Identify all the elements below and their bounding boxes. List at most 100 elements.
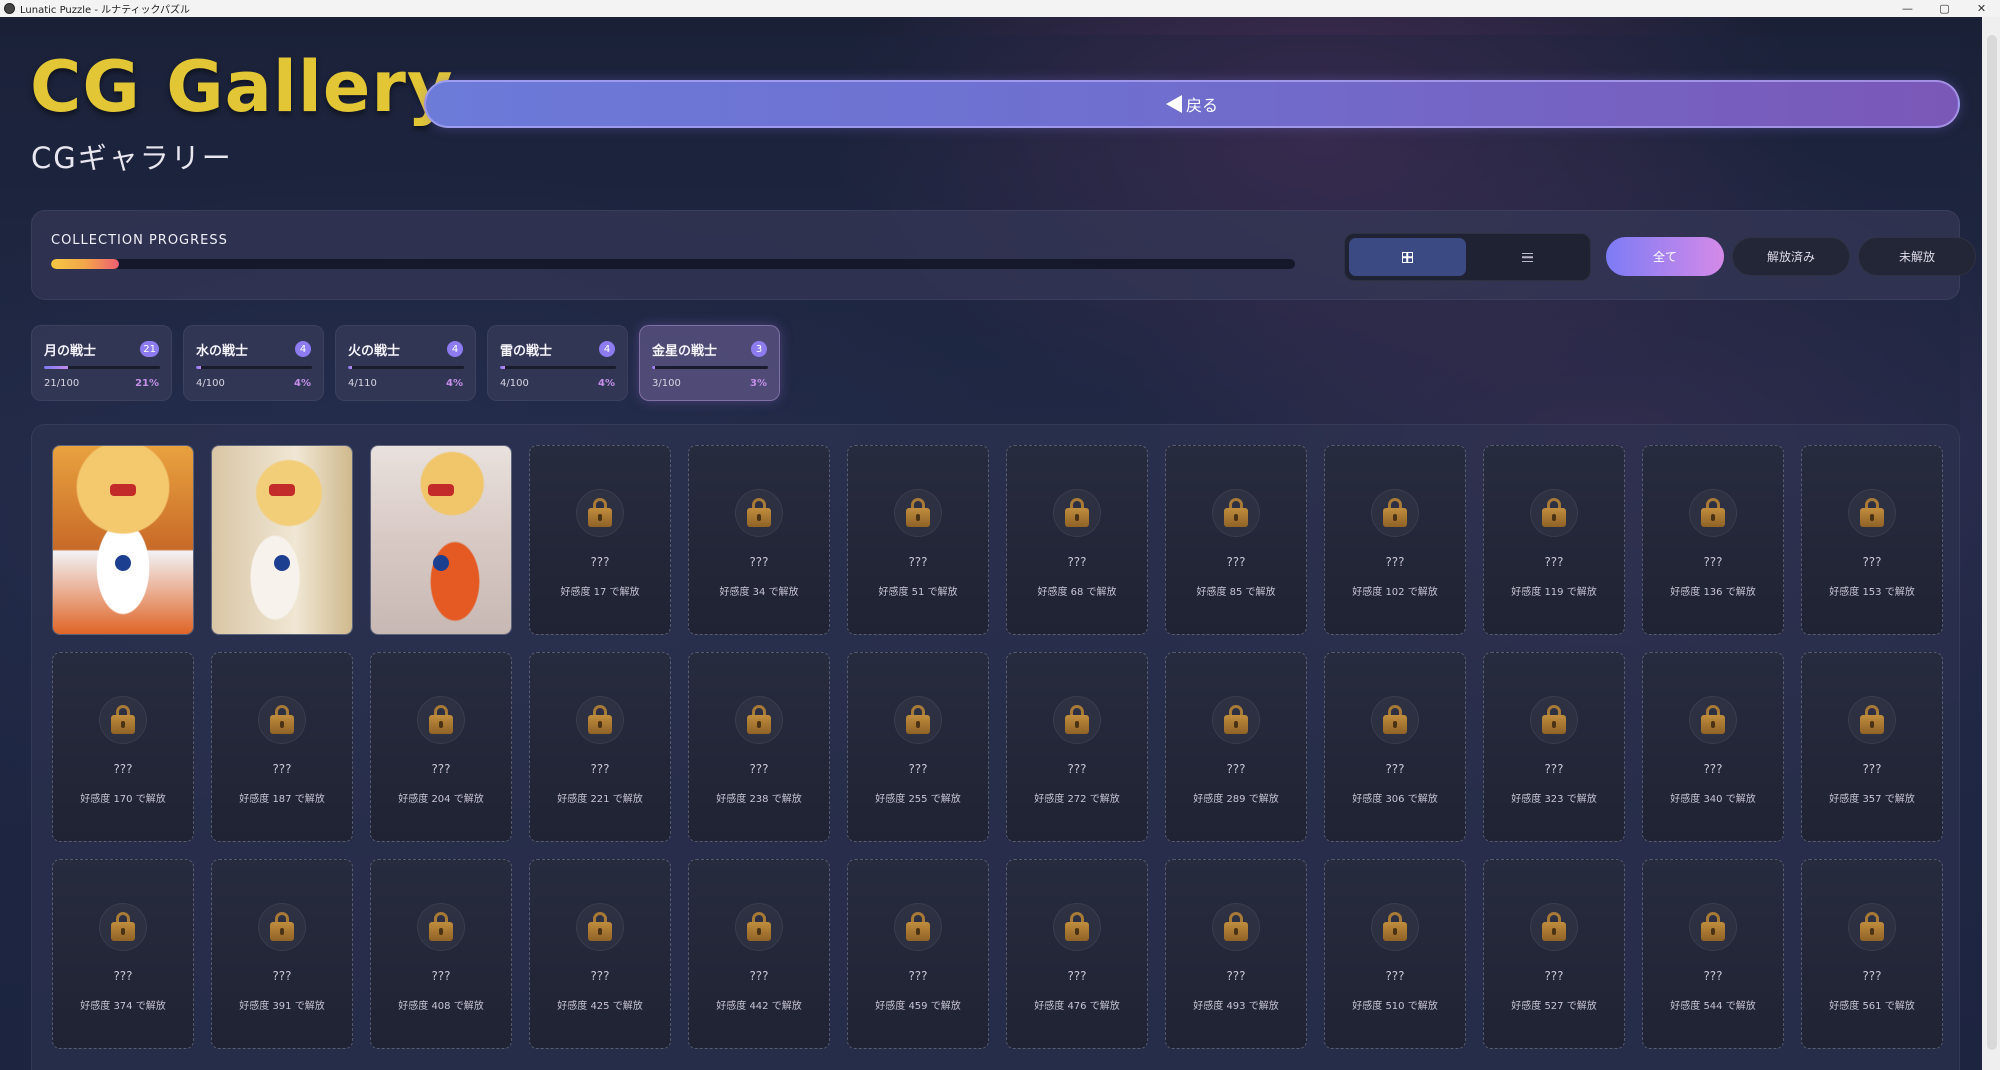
unlock-condition: 好感度 306 で解放 (1352, 794, 1438, 805)
character-name: 火の戦士 (348, 344, 401, 359)
lock-icon (99, 903, 147, 951)
character-name: 金星の戦士 (652, 344, 718, 359)
locked-title: ??? (590, 555, 610, 569)
locked-title: ??? (590, 762, 610, 776)
character-progress-fill (196, 366, 201, 369)
locked-title: ??? (1385, 969, 1405, 983)
scrollbar[interactable] (1982, 17, 2000, 1070)
locked-cg-card: ??? 好感度 408 で解放 (370, 859, 512, 1049)
cg-artwork (212, 446, 352, 634)
locked-title: ??? (431, 762, 451, 776)
unlock-condition: 好感度 34 で解放 (719, 587, 799, 598)
locked-title: ??? (1703, 969, 1723, 983)
lock-icon (99, 696, 147, 744)
character-unlock-count: 3/100 (652, 378, 681, 389)
cg-thumbnail[interactable] (52, 445, 194, 635)
lock-icon (417, 696, 465, 744)
character-unlock-percent: 21% (135, 378, 159, 389)
collection-progress-panel: COLLECTION PROGRESS 全て 解放済み 未解放 (31, 210, 1976, 300)
lock-icon (1689, 903, 1737, 951)
locked-cg-card: ??? 好感度 17 で解放 (529, 445, 671, 635)
lock-icon (1371, 696, 1419, 744)
lock-icon (735, 489, 783, 537)
bow-shape (428, 483, 454, 496)
locked-title: ??? (272, 762, 292, 776)
character-tab[interactable]: 水の戦士 4 4/100 4% (183, 325, 324, 401)
unlock-condition: 好感度 17 で解放 (560, 587, 640, 598)
lock-icon (894, 696, 942, 744)
locked-cg-card: ??? 好感度 51 で解放 (847, 445, 989, 635)
locked-title: ??? (908, 969, 928, 983)
unlock-condition: 好感度 425 で解放 (557, 1001, 643, 1012)
locked-cg-card: ??? 好感度 153 で解放 (1801, 445, 1943, 635)
locked-cg-card: ??? 好感度 272 で解放 (1006, 652, 1148, 842)
character-unlock-percent: 3% (750, 378, 767, 389)
filter-unlocked-button[interactable]: 解放済み (1732, 237, 1850, 276)
locked-cg-card: ??? 好感度 306 で解放 (1324, 652, 1466, 842)
lock-icon (735, 903, 783, 951)
bow-shape (269, 483, 295, 496)
lock-icon (1530, 696, 1578, 744)
window-titlebar: Lunatic Puzzle - ルナティックパズル — ▢ ✕ (0, 0, 2000, 17)
character-progress-bar (44, 366, 160, 369)
locked-cg-card: ??? 好感度 102 で解放 (1324, 445, 1466, 635)
back-button[interactable]: 戻る (424, 80, 1960, 128)
locked-cg-card: ??? 好感度 289 で解放 (1165, 652, 1307, 842)
character-progress-bar (652, 366, 768, 369)
character-tab[interactable]: 金星の戦士 3 3/100 3% (639, 325, 780, 401)
character-progress-fill (44, 366, 69, 369)
character-count-badge: 21 (140, 341, 159, 357)
list-view-button[interactable] (1470, 238, 1587, 276)
locked-title: ??? (1226, 969, 1246, 983)
character-progress-fill (348, 366, 353, 369)
unlock-condition: 好感度 289 で解放 (1193, 794, 1279, 805)
lock-icon (1848, 903, 1896, 951)
lock-icon (1053, 903, 1101, 951)
view-toggle (1344, 233, 1591, 281)
maximize-button[interactable]: ▢ (1926, 0, 1963, 17)
locked-title: ??? (908, 762, 928, 776)
filter-locked-button[interactable]: 未解放 (1858, 237, 1976, 276)
character-tab[interactable]: 火の戦士 4 4/110 4% (335, 325, 476, 401)
unlock-condition: 好感度 510 で解放 (1352, 1001, 1438, 1012)
locked-cg-card: ??? 好感度 255 で解放 (847, 652, 989, 842)
unlock-condition: 好感度 153 で解放 (1829, 587, 1915, 598)
locked-cg-card: ??? 好感度 136 で解放 (1642, 445, 1784, 635)
character-tab[interactable]: 月の戦士 21 21/100 21% (31, 325, 172, 401)
cg-thumbnail[interactable] (370, 445, 512, 635)
cg-thumbnail[interactable] (211, 445, 353, 635)
lock-icon (258, 903, 306, 951)
character-tab[interactable]: 雷の戦士 4 4/100 4% (487, 325, 628, 401)
unlock-condition: 好感度 442 で解放 (716, 1001, 802, 1012)
app-icon (4, 3, 15, 14)
scrollbar-thumb[interactable] (1987, 35, 1997, 1050)
unlock-condition: 好感度 119 で解放 (1511, 587, 1597, 598)
character-count-badge: 4 (599, 341, 615, 357)
character-progress-bar (500, 366, 616, 369)
locked-title: ??? (1226, 555, 1246, 569)
locked-title: ??? (431, 969, 451, 983)
grid-view-button[interactable] (1349, 238, 1466, 276)
locked-cg-card: ??? 好感度 391 で解放 (211, 859, 353, 1049)
lock-icon (576, 489, 624, 537)
unlock-condition: 好感度 51 で解放 (878, 587, 958, 598)
close-button[interactable]: ✕ (1963, 0, 2000, 17)
cg-artwork (53, 446, 193, 634)
locked-title: ??? (1067, 969, 1087, 983)
gallery-grid: ??? 好感度 17 で解放??? 好感度 34 で解放??? 好感度 51 で解放?… (31, 424, 1960, 1070)
minimize-button[interactable]: — (1889, 0, 1926, 17)
character-unlock-percent: 4% (598, 378, 615, 389)
unlock-condition: 好感度 272 で解放 (1034, 794, 1120, 805)
lock-icon (1530, 489, 1578, 537)
unlock-condition: 好感度 527 で解放 (1511, 1001, 1597, 1012)
locked-title: ??? (1862, 762, 1882, 776)
unlock-condition: 好感度 357 で解放 (1829, 794, 1915, 805)
filter-all-button[interactable]: 全て (1606, 237, 1724, 276)
lock-icon (1530, 903, 1578, 951)
locked-cg-card: ??? 好感度 442 で解放 (688, 859, 830, 1049)
locked-cg-card: ??? 好感度 527 で解放 (1483, 859, 1625, 1049)
unlock-condition: 好感度 408 で解放 (398, 1001, 484, 1012)
unlock-condition: 好感度 323 で解放 (1511, 794, 1597, 805)
character-count-badge: 4 (295, 341, 311, 357)
locked-title: ??? (749, 762, 769, 776)
